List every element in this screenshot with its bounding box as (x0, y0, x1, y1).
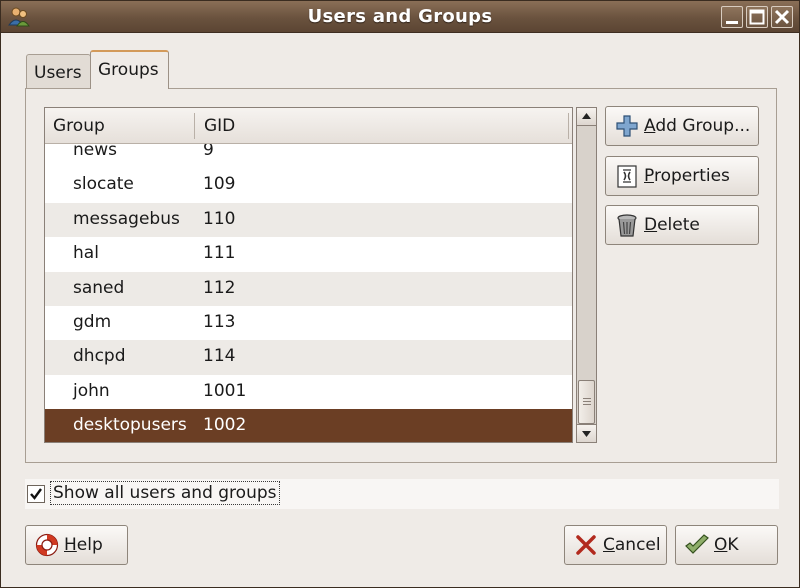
group-gid: 1001 (203, 380, 247, 401)
ok-button[interactable]: OK (675, 525, 778, 565)
window-title: Users and Groups (307, 6, 493, 27)
users-and-groups-window: Users and Groups Users Groups news 9 sloc… (0, 0, 800, 588)
group-gid: 110 (203, 208, 236, 229)
group-name: messagebus (73, 208, 180, 229)
table-row[interactable]: gdm 113 (45, 306, 572, 340)
table-row[interactable]: dhcpd 114 (45, 340, 572, 375)
group-gid: 111 (203, 243, 236, 264)
table-row[interactable]: hal 111 (45, 237, 572, 271)
groups-rows: news 9 slocate 109 messagebus 110 hal 111 sa… (45, 134, 572, 442)
close-button[interactable] (771, 6, 793, 28)
trash-icon (617, 214, 637, 237)
tab-groups-label: Groups (98, 60, 159, 80)
add-group-label: Add Group... (644, 116, 751, 136)
add-group-button[interactable]: Add Group... (605, 106, 759, 146)
help-lifebuoy-icon (35, 533, 59, 557)
column-header-group[interactable]: Group (53, 116, 105, 136)
help-button[interactable]: Help (25, 525, 128, 565)
scroll-down-button[interactable] (577, 424, 596, 442)
tab-users[interactable]: Users (26, 54, 91, 88)
table-row[interactable]: saned 112 (45, 271, 572, 306)
column-header-gid[interactable]: GID (204, 116, 235, 136)
group-gid: 112 (203, 277, 236, 298)
minimize-icon (726, 21, 738, 24)
table-row-selected[interactable]: desktopusers 1002 (45, 409, 572, 442)
show-all-checkbox[interactable] (27, 485, 45, 503)
tab-groups[interactable]: Groups (90, 50, 169, 89)
group-gid: 109 (203, 174, 236, 195)
group-gid: 113 (203, 311, 236, 332)
add-icon (616, 115, 638, 137)
table-row[interactable]: messagebus 110 (45, 202, 572, 238)
properties-button[interactable]: Properties (605, 156, 759, 196)
group-name: slocate (73, 174, 134, 195)
properties-label: Properties (644, 166, 730, 186)
show-all-label[interactable]: Show all users and groups (50, 481, 280, 505)
cancel-label: Cancel (603, 535, 661, 555)
table-row[interactable]: john 1001 (45, 375, 572, 409)
group-gid: 1002 (203, 415, 247, 436)
column-divider (194, 113, 195, 139)
list-scrollbar[interactable] (576, 107, 597, 443)
group-name: dhcpd (73, 346, 126, 367)
arrow-down-icon (582, 431, 591, 437)
maximize-button[interactable] (746, 6, 768, 28)
show-all-row: Show all users and groups (25, 479, 779, 509)
delete-button[interactable]: Delete (605, 205, 759, 245)
group-gid: 114 (203, 346, 236, 367)
ok-check-icon (685, 534, 709, 554)
cancel-button[interactable]: Cancel (564, 525, 667, 565)
close-icon (774, 9, 790, 25)
table-row[interactable]: slocate 109 (45, 168, 572, 202)
scroll-up-button[interactable] (577, 108, 596, 126)
help-label: Help (64, 535, 103, 555)
scroll-thumb[interactable] (578, 380, 595, 424)
checkmark-icon (30, 488, 42, 500)
minimize-button[interactable] (721, 6, 743, 28)
cancel-x-icon (576, 535, 596, 555)
tab-join (91, 87, 168, 90)
ok-label: OK (714, 535, 739, 555)
group-name: gdm (73, 311, 112, 332)
groups-list[interactable]: news 9 slocate 109 messagebus 110 hal 111 sa… (44, 107, 573, 443)
arrow-up-icon (582, 113, 591, 119)
maximize-icon (749, 9, 765, 25)
column-divider (568, 113, 569, 139)
group-name: saned (73, 277, 125, 298)
group-name: desktopusers (73, 415, 187, 436)
group-name: hal (73, 243, 99, 264)
tab-users-label: Users (34, 63, 82, 83)
properties-icon (617, 165, 637, 188)
title-bar[interactable]: Users and Groups (1, 1, 799, 33)
group-name: john (73, 380, 110, 401)
list-header: Group GID (45, 108, 572, 144)
delete-label: Delete (644, 215, 700, 235)
